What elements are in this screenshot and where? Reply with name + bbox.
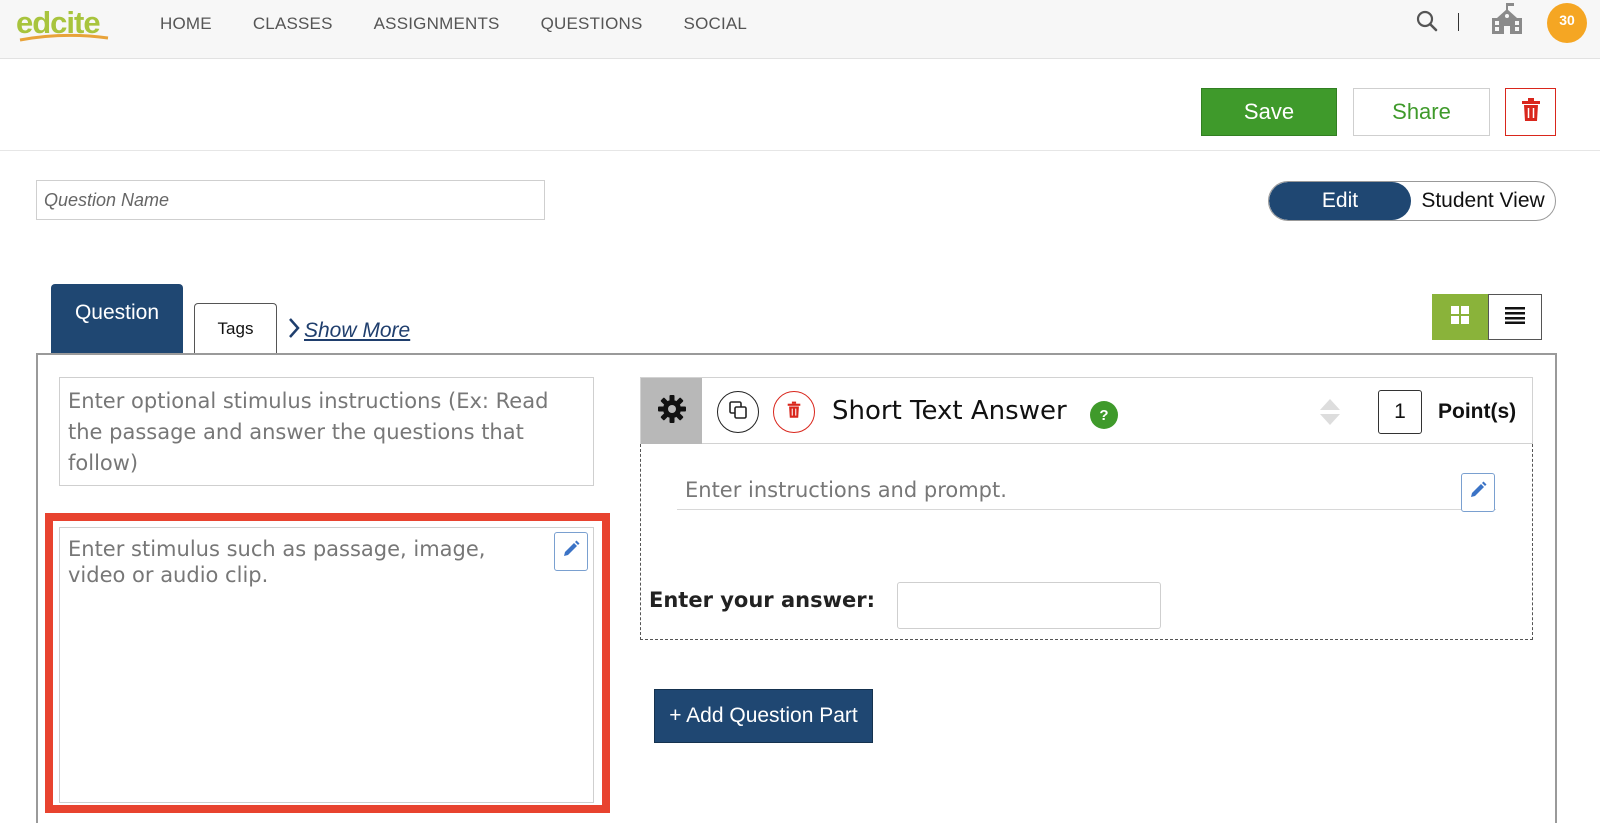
edcite-logo[interactable]: edcite — [16, 4, 112, 44]
question-type-label: Short Text Answer — [832, 396, 1067, 426]
nav-classes[interactable]: CLASSES — [253, 14, 333, 34]
add-question-part-button[interactable]: + Add Question Part — [654, 689, 873, 743]
delete-part-button[interactable] — [773, 391, 815, 433]
list-icon — [1504, 306, 1526, 329]
nav-home[interactable]: HOME — [160, 14, 212, 34]
duplicate-part-button[interactable] — [717, 391, 759, 433]
nav-questions[interactable]: QUESTIONS — [541, 14, 643, 34]
list-view-button[interactable] — [1488, 294, 1542, 340]
share-button[interactable]: Share — [1353, 88, 1490, 136]
reorder-handle-icon[interactable] — [1318, 397, 1342, 427]
chevron-right-icon — [288, 317, 300, 345]
save-button[interactable]: Save — [1201, 88, 1337, 136]
copy-icon — [728, 400, 748, 425]
gear-icon — [657, 394, 687, 429]
points-input[interactable]: 1 — [1378, 390, 1422, 434]
show-more-label: Show More — [304, 319, 411, 342]
tab-question[interactable]: Question — [51, 284, 183, 353]
nav-assignments[interactable]: ASSIGNMENTS — [374, 14, 500, 34]
show-more-link[interactable]: Show More — [288, 317, 410, 345]
trash-icon — [787, 401, 801, 424]
pencil-icon — [562, 540, 580, 563]
part-settings-button[interactable] — [641, 378, 702, 444]
top-navbar: edcite HOME CLASSES ASSIGNMENTS QUESTION… — [0, 0, 1600, 59]
question-name-input[interactable] — [36, 180, 545, 220]
action-bar: Save Share — [0, 59, 1600, 151]
question-part-body: Enter instructions and prompt. Enter you… — [640, 444, 1533, 640]
school-icon[interactable] — [1490, 2, 1524, 36]
search-icon[interactable] — [1416, 10, 1438, 32]
view-mode-toggle: Edit Student View — [1268, 181, 1556, 221]
help-icon[interactable]: ? — [1090, 401, 1118, 429]
nav-social[interactable]: SOCIAL — [684, 14, 748, 34]
main-nav: HOME CLASSES ASSIGNMENTS QUESTIONS SOCIA… — [160, 14, 788, 34]
student-view-button[interactable]: Student View — [1411, 182, 1555, 220]
stimulus-content-placeholder: Enter stimulus such as passage, image, v… — [68, 537, 486, 587]
answer-input[interactable] — [897, 582, 1161, 629]
tab-tags[interactable]: Tags — [194, 303, 277, 353]
grid-icon — [1450, 305, 1470, 330]
edit-prompt-button[interactable] — [1461, 473, 1495, 512]
stimulus-content-field[interactable]: Enter stimulus such as passage, image, v… — [59, 527, 594, 803]
pencil-icon — [1469, 481, 1487, 504]
answer-label: Enter your answer: — [649, 588, 875, 612]
points-label: Point(s) — [1438, 400, 1517, 423]
nav-divider — [1458, 13, 1459, 31]
delete-question-button[interactable] — [1505, 88, 1556, 136]
trash-icon — [1521, 97, 1541, 127]
edit-stimulus-button[interactable] — [554, 532, 588, 571]
stimulus-instructions-field[interactable]: Enter optional stimulus instructions (Ex… — [59, 377, 594, 486]
edit-mode-button[interactable]: Edit — [1269, 182, 1411, 220]
grid-view-button[interactable] — [1432, 294, 1488, 340]
question-part-header: Short Text Answer ? 1 Point(s) — [640, 377, 1533, 444]
prompt-field[interactable]: Enter instructions and prompt. — [677, 470, 1496, 510]
notification-badge[interactable]: 30 — [1547, 3, 1587, 43]
